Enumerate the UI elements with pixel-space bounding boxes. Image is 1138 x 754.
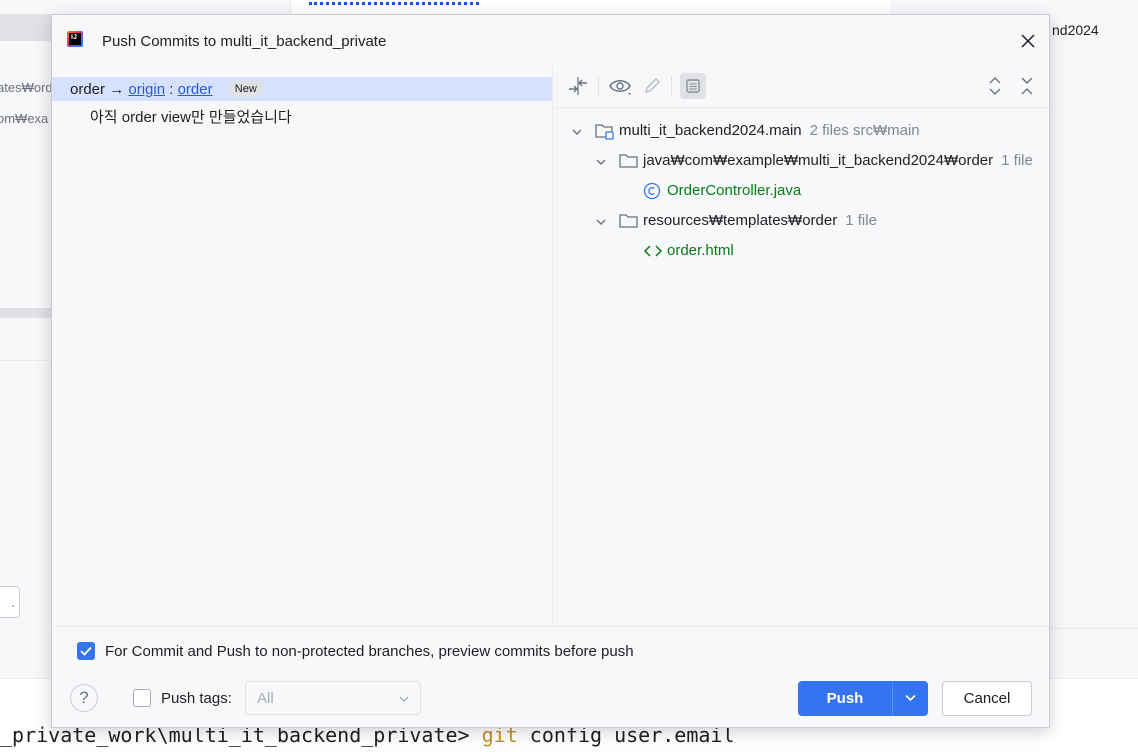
preview-icon bbox=[686, 79, 700, 93]
push-commits-dialog: IJ Push Commits to multi_it_backend_priv… bbox=[51, 14, 1050, 728]
preview-commits-checkbox[interactable] bbox=[77, 642, 95, 660]
checkmark-icon bbox=[80, 646, 92, 656]
background-editor bbox=[290, 0, 891, 15]
branch-row[interactable]: order → origin : order New bbox=[52, 77, 552, 101]
intellij-app-icon: IJ bbox=[67, 31, 83, 47]
background-project-name: nd2024 bbox=[1052, 22, 1099, 38]
remote-link[interactable]: origin bbox=[128, 81, 165, 98]
toolbar-separator bbox=[598, 76, 599, 96]
cancel-button[interactable]: Cancel bbox=[942, 681, 1032, 716]
view-options-button[interactable] bbox=[607, 73, 633, 99]
java-class-icon bbox=[643, 182, 661, 200]
collapse-all-button[interactable] bbox=[1014, 73, 1040, 99]
module-folder-icon bbox=[595, 124, 614, 140]
html-file-icon bbox=[643, 245, 663, 257]
compare-button[interactable] bbox=[565, 73, 591, 99]
preview-diff-button[interactable] bbox=[680, 73, 706, 99]
module-meta: 2 files src₩main bbox=[809, 122, 920, 139]
commit-message[interactable]: 아직 order view만 만들었습니다 bbox=[90, 106, 292, 127]
preview-commits-label[interactable]: For Commit and Push to non-protected bra… bbox=[105, 643, 634, 660]
close-icon bbox=[1021, 34, 1035, 48]
compare-arrows-icon bbox=[569, 77, 587, 95]
expand-all-button[interactable] bbox=[982, 73, 1008, 99]
remote-branch-link[interactable]: order bbox=[178, 81, 213, 98]
push-tags-label[interactable]: Push tags: bbox=[161, 690, 232, 707]
expand-all-icon bbox=[989, 77, 1001, 95]
background-path-text: om₩exa bbox=[0, 111, 49, 126]
local-branch: order bbox=[70, 81, 106, 98]
background-project-panel: ates₩ord om₩exa . bbox=[0, 0, 53, 620]
background-path-text: ates₩ord bbox=[0, 80, 53, 95]
chevron-down-icon bbox=[399, 696, 409, 702]
changes-pane: multi_it_backend2024.main 2 files src₩mai… bbox=[553, 65, 1049, 626]
folder-path: resources₩templates₩order bbox=[643, 212, 838, 229]
dialog-titlebar: IJ Push Commits to multi_it_backend_priv… bbox=[52, 15, 1049, 65]
folder-icon bbox=[619, 214, 638, 228]
background-divider bbox=[1050, 628, 1138, 629]
collapse-all-icon bbox=[1021, 77, 1033, 95]
chevron-down-icon[interactable] bbox=[571, 126, 583, 138]
background-button: . bbox=[0, 586, 20, 618]
new-badge: New bbox=[228, 81, 263, 97]
help-button[interactable]: ? bbox=[70, 684, 98, 712]
file-name: order.html bbox=[667, 242, 734, 259]
background-divider bbox=[0, 360, 51, 361]
push-options-dropdown[interactable] bbox=[893, 681, 928, 716]
push-button[interactable]: Push bbox=[798, 681, 928, 716]
edit-button[interactable] bbox=[639, 73, 665, 99]
remote-separator: : bbox=[169, 81, 174, 98]
push-tags-select[interactable]: All bbox=[245, 681, 421, 715]
toolbar-separator bbox=[671, 76, 672, 96]
push-tags-checkbox[interactable] bbox=[133, 689, 151, 707]
commits-pane: order → origin : order New 아직 order view… bbox=[52, 65, 552, 626]
push-button-label[interactable]: Push bbox=[798, 681, 892, 716]
folder-meta: 1 file bbox=[1001, 152, 1033, 169]
file-name: OrderController.java bbox=[667, 182, 802, 199]
background-scrollbar bbox=[0, 308, 51, 318]
pencil-icon bbox=[645, 78, 660, 93]
chevron-down-icon[interactable] bbox=[595, 156, 607, 168]
branch-mapping: order → origin : order New bbox=[70, 81, 263, 98]
footer-divider bbox=[52, 626, 1049, 627]
close-button[interactable] bbox=[1016, 29, 1040, 53]
arrow-icon: → bbox=[109, 81, 125, 98]
eye-icon bbox=[609, 80, 631, 95]
folder-icon bbox=[619, 154, 638, 168]
folder-meta: 1 file bbox=[845, 212, 877, 229]
toolbar-divider bbox=[553, 107, 1049, 108]
module-name: multi_it_backend2024.main bbox=[619, 122, 802, 139]
chevron-down-icon bbox=[905, 694, 916, 702]
changes-toolbar bbox=[553, 65, 1049, 107]
push-tags-value: All bbox=[257, 690, 274, 707]
dialog-title: Push Commits to multi_it_backend_private bbox=[102, 33, 387, 50]
chevron-down-icon[interactable] bbox=[595, 216, 607, 228]
background-selected-row bbox=[0, 14, 51, 41]
folder-path: java₩com₩example₩multi_it_backend2024₩or… bbox=[643, 152, 994, 169]
